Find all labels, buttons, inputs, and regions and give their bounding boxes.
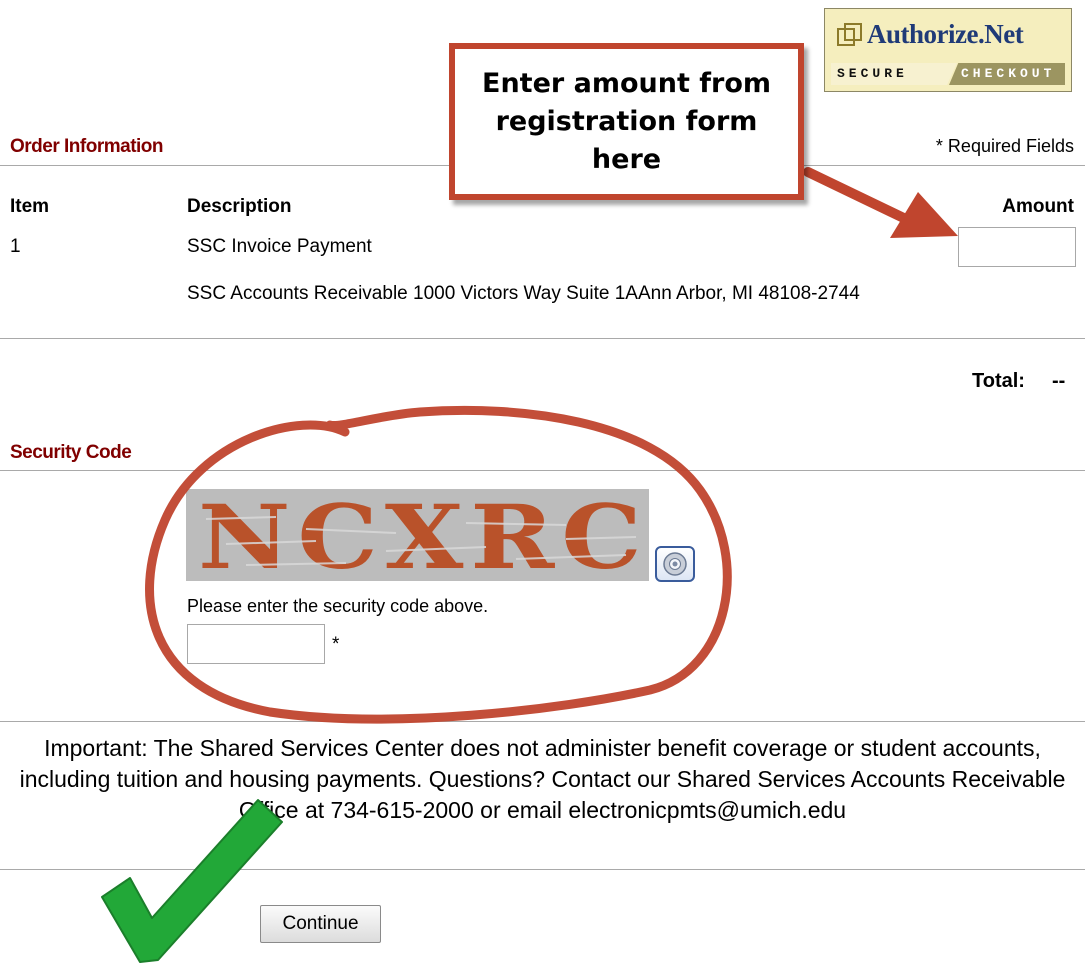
security-code-input[interactable] xyxy=(187,624,325,664)
order-item-detail: SSC Accounts Receivable 1000 Victors Way… xyxy=(187,283,860,304)
security-code-prompt: Please enter the security code above. xyxy=(187,596,489,616)
security-code-title: Security Code xyxy=(10,442,132,463)
captcha-noise xyxy=(205,516,637,566)
order-item-description: SSC Invoice Payment xyxy=(187,236,372,257)
column-header-item: Item xyxy=(10,196,50,217)
secure-label: SECURE xyxy=(831,63,957,85)
order-item-number: 1 xyxy=(10,236,21,257)
total-label: Total: xyxy=(972,370,1025,392)
column-header-description: Description xyxy=(187,196,292,217)
required-asterisk: * xyxy=(332,634,340,655)
checkout-label: CHECKOUT xyxy=(949,63,1065,85)
amount-instruction-callout: Enter amount from registration form here xyxy=(449,43,804,200)
total-value: -- xyxy=(1052,370,1066,392)
divider xyxy=(0,721,1085,722)
audio-captcha-button[interactable] xyxy=(655,546,695,582)
required-fields-note: * Required Fields xyxy=(935,136,1074,156)
continue-button[interactable]: Continue xyxy=(260,905,381,943)
callout-arrow xyxy=(803,167,958,238)
secure-checkout-band: SECURE CHECKOUT xyxy=(831,63,1065,85)
divider xyxy=(0,869,1085,870)
authorize-net-logo-icon xyxy=(837,23,862,46)
authorize-net-brand: Authorize.Net xyxy=(867,19,1024,49)
amount-input[interactable] xyxy=(958,227,1076,267)
divider xyxy=(0,338,1085,339)
speaker-icon xyxy=(663,552,687,576)
authorize-net-badge[interactable]: Authorize.Net SECURE CHECKOUT xyxy=(824,8,1072,92)
important-notice: Important: The Shared Services Center do… xyxy=(19,735,1066,823)
captcha-image: NCXRC xyxy=(186,489,649,581)
order-information-title: Order Information xyxy=(10,136,164,157)
column-header-amount: Amount xyxy=(1002,196,1074,217)
divider xyxy=(0,470,1085,471)
